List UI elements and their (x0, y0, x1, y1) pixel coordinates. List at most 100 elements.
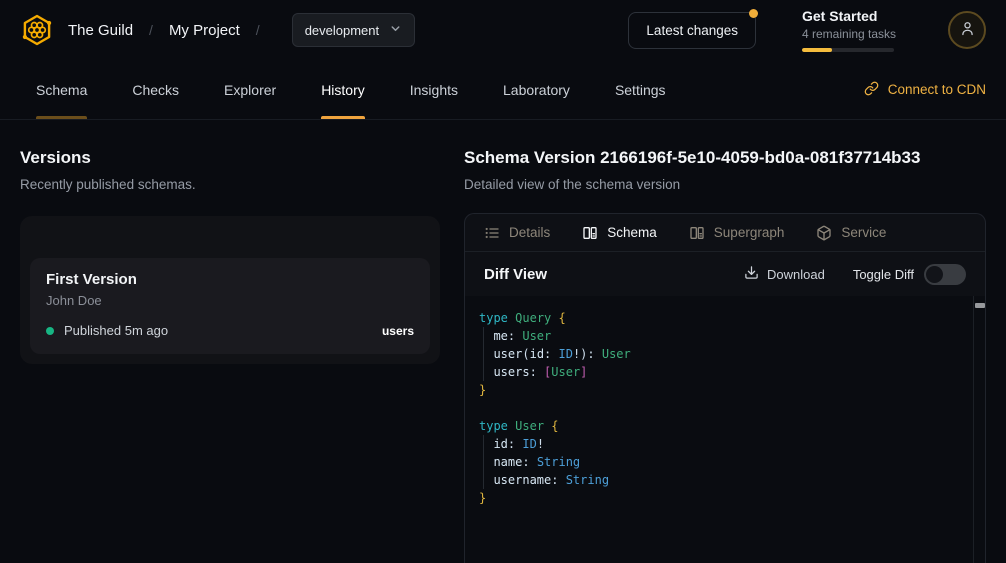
nav-tab-label: Insights (410, 82, 458, 98)
versions-title: Versions (20, 148, 440, 168)
version-detail-title: Schema Version 2166196f-5e10-4059-bd0a-0… (464, 148, 986, 168)
nav-tab-laboratory[interactable]: Laboratory (503, 60, 570, 119)
download-label: Download (767, 267, 825, 282)
code-line: username: String (479, 471, 961, 489)
detail-tab-label: Supergraph (714, 225, 785, 240)
service-badge: users (382, 324, 414, 338)
box-icon (816, 225, 832, 241)
header-right-group: Latest changes Get Started 4 remaining t… (628, 8, 986, 52)
nav-tab-label: Explorer (224, 82, 276, 98)
detail-tab-schema[interactable]: Schema (582, 225, 657, 241)
code-line: type Query { (479, 309, 961, 327)
published-status-dot (46, 327, 54, 335)
latest-changes-label: Latest changes (646, 23, 738, 38)
nav-tab-explorer[interactable]: Explorer (224, 60, 276, 119)
versions-subtitle: Recently published schemas. (20, 177, 440, 192)
toggle-knob (926, 266, 943, 283)
code-editor[interactable]: type Query { me: User user(id: ID!): Use… (465, 296, 985, 563)
detail-tab-label: Service (841, 225, 886, 240)
indent-guide (483, 435, 484, 453)
code-line: me: User (479, 327, 961, 345)
version-status: Published 5m ago (64, 323, 168, 338)
version-detail-subtitle: Detailed view of the schema version (464, 177, 986, 192)
code-line: } (479, 381, 961, 399)
diff-view-header: Diff View Download Toggle Diff (465, 252, 985, 296)
version-name: First Version (46, 271, 414, 288)
detail-tab-details[interactable]: Details (484, 225, 550, 241)
nav-tab-insights[interactable]: Insights (410, 60, 458, 119)
versions-panel: Versions Recently published schemas. Fir… (20, 148, 440, 563)
scrollbar-thumb[interactable] (975, 303, 985, 308)
latest-changes-button[interactable]: Latest changes (628, 12, 756, 49)
code-lines: type Query { me: User user(id: ID!): Use… (479, 309, 961, 507)
version-meta-row: Published 5m ago users (46, 323, 414, 338)
get-started-title: Get Started (802, 8, 902, 24)
version-detail-card: Details Schema Supergraph Service Diff View… (464, 213, 986, 563)
nav-tab-label: Settings (615, 82, 666, 98)
nav-tab-label: Checks (132, 82, 179, 98)
code-line: name: String (479, 453, 961, 471)
toggle-diff-label: Toggle Diff (853, 267, 914, 282)
nav-tab-settings[interactable]: Settings (615, 60, 666, 119)
guild-logo-icon[interactable] (20, 13, 54, 47)
connect-to-cdn-label: Connect to CDN (888, 82, 986, 97)
code-line: users: [User] (479, 363, 961, 381)
get-started-progress-fill (802, 48, 832, 52)
version-detail-panel: Schema Version 2166196f-5e10-4059-bd0a-0… (464, 148, 986, 563)
code-line: id: ID! (479, 435, 961, 453)
code-line: } (479, 489, 961, 507)
download-icon (744, 265, 759, 283)
get-started-progress-bar (802, 48, 894, 52)
download-button[interactable]: Download (744, 265, 825, 283)
active-tab-underline (321, 116, 365, 119)
code-line: type User { (479, 417, 961, 435)
detail-tab-label: Details (509, 225, 550, 240)
nav-tab-checks[interactable]: Checks (132, 60, 179, 119)
diff-controls: Download Toggle Diff (744, 264, 966, 285)
top-header: The Guild / My Project / development Lat… (0, 0, 1006, 60)
indent-guide (483, 327, 484, 345)
get-started-widget[interactable]: Get Started 4 remaining tasks (802, 8, 902, 52)
nav-tab-schema[interactable]: Schema (36, 60, 87, 119)
breadcrumb-separator: / (256, 22, 260, 38)
link-icon (864, 81, 879, 99)
project-breadcrumb[interactable]: My Project (169, 22, 240, 39)
indent-guide (483, 363, 484, 381)
org-breadcrumb[interactable]: The Guild (68, 22, 133, 39)
version-list-item[interactable]: First Version John Doe Published 5m ago … (30, 258, 430, 354)
nav-tab-label: History (321, 82, 365, 98)
toggle-diff-switch[interactable] (924, 264, 966, 285)
nav-tabs: Schema Checks Explorer History Insights Labor… (36, 60, 666, 119)
columns-icon (689, 225, 705, 241)
detail-tab-supergraph[interactable]: Supergraph (689, 225, 785, 241)
main-content: Versions Recently published schemas. Fir… (0, 120, 1006, 563)
detail-tab-service[interactable]: Service (816, 225, 886, 241)
columns-icon (582, 225, 598, 241)
target-selector-value: development (305, 23, 379, 38)
chevron-down-icon (389, 22, 402, 38)
app-root: The Guild / My Project / development Lat… (0, 0, 1006, 563)
detail-tabs: Details Schema Supergraph Service (465, 214, 985, 252)
target-nav: Schema Checks Explorer History Insights Labor… (0, 60, 1006, 120)
get-started-subtitle: 4 remaining tasks (802, 27, 902, 41)
toggle-diff-group: Toggle Diff (853, 264, 966, 285)
target-selector[interactable]: development (292, 13, 415, 47)
indent-guide (483, 345, 484, 363)
version-author: John Doe (46, 293, 414, 308)
indent-guide (483, 471, 484, 489)
nav-tab-label: Laboratory (503, 82, 570, 98)
user-avatar-button[interactable] (948, 11, 986, 49)
nav-tab-history[interactable]: History (321, 60, 365, 119)
code-line: user(id: ID!): User (479, 345, 961, 363)
notification-dot (749, 9, 758, 18)
detail-tab-label: Schema (607, 225, 657, 240)
connect-to-cdn-link[interactable]: Connect to CDN (864, 81, 986, 99)
dim-tab-underline (36, 116, 87, 119)
nav-tab-label: Schema (36, 82, 87, 98)
code-line (479, 399, 961, 417)
user-icon (959, 20, 976, 40)
vertical-scrollbar[interactable] (973, 296, 985, 563)
indent-guide (483, 453, 484, 471)
breadcrumb-separator: / (149, 22, 153, 38)
diff-view-title: Diff View (484, 266, 547, 283)
